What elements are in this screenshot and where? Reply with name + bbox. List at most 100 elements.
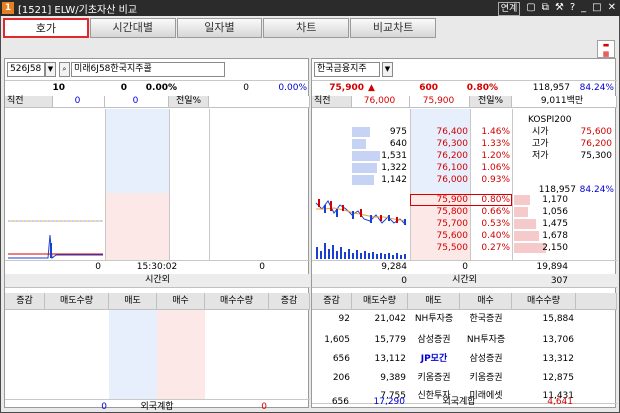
- left-mini-chart: [8, 195, 103, 259]
- broker-buy[interactable]: NH투자증: [460, 334, 512, 346]
- elw-code-input[interactable]: 526J58: [7, 62, 45, 77]
- ask-price[interactable]: 76,300: [410, 138, 469, 150]
- bid-price[interactable]: 75,600: [410, 230, 469, 242]
- ask-price[interactable]: 76,400: [410, 126, 469, 138]
- broker-chg: 1,605: [324, 335, 350, 345]
- right-jik-v2: 75,900: [410, 96, 470, 108]
- window-number-badge: 1: [2, 2, 14, 14]
- ask-qty: 1,531: [381, 151, 407, 161]
- ask-rate: 1.46%: [481, 127, 510, 137]
- broker-chg: 206: [332, 373, 350, 383]
- broker-buy[interactable]: 키움증권: [460, 372, 512, 384]
- tab-daily[interactable]: 일자별: [176, 18, 263, 38]
- right-foot-buy: 4,641: [547, 397, 573, 407]
- left-after-label: 시간외: [145, 275, 170, 285]
- right-price: 75,900: [329, 83, 364, 93]
- bid-rate: 0.80%: [481, 195, 510, 205]
- copy-icon[interactable]: ⧉: [542, 2, 549, 16]
- bid-rate: 0.27%: [481, 243, 510, 253]
- right-jik-header: 직전: [312, 96, 352, 108]
- right-prev-header: 전일%: [470, 96, 512, 108]
- search-icon[interactable]: ⌕: [59, 62, 70, 77]
- left-after-hours: 시간외: [5, 274, 310, 288]
- left-broker-sell-area: [109, 310, 157, 400]
- divider: [5, 80, 310, 81]
- left-rate: 0.00%: [145, 83, 177, 93]
- left-change: 0: [120, 83, 127, 93]
- left-total-ask: 0: [95, 262, 101, 272]
- tab-bar: 호가 시간대별 일자별 차트 비교차트: [3, 18, 437, 38]
- chevron-down-icon[interactable]: ▼: [45, 62, 56, 77]
- right-change: 600: [419, 83, 438, 93]
- right-total-mid: 0: [462, 262, 468, 272]
- link-button[interactable]: 연계: [497, 2, 521, 16]
- kospi-label: KOSPI200: [528, 115, 572, 125]
- broker-chg: 656: [332, 354, 350, 364]
- ask-qty: 975: [389, 127, 407, 137]
- right-jik-v1: 76,000: [352, 96, 410, 108]
- left-foot-label: 외국계합: [140, 402, 174, 412]
- bid-qty: 1,056: [542, 207, 568, 217]
- right-mini-chart: [314, 195, 409, 259]
- tab-chart[interactable]: 차트: [263, 18, 350, 38]
- settings-icon[interactable]: ▢: [526, 2, 535, 16]
- bid-price[interactable]: 75,500: [410, 242, 469, 254]
- open-value: 75,600: [580, 127, 613, 137]
- close-icon[interactable]: ✕: [608, 2, 616, 16]
- ask-price[interactable]: 76,200: [410, 150, 469, 162]
- tab-time[interactable]: 시간대별: [89, 18, 176, 38]
- left-broker-col-buy: 매수: [157, 293, 205, 310]
- broker-sell[interactable]: 삼성증권: [408, 334, 460, 346]
- broker-sell[interactable]: NH투자증: [408, 313, 460, 325]
- broker-sell[interactable]: 키움증권: [408, 372, 460, 384]
- window-controls: 연계 ▢ ⧉ ⚒ ? _ □ ✕: [497, 2, 616, 16]
- bid-price[interactable]: 75,700: [410, 218, 469, 230]
- right-total-bid: 19,894: [536, 262, 569, 272]
- calendar-icon[interactable]: ▬ ▦: [597, 40, 615, 58]
- tool-icon[interactable]: ⚒: [555, 2, 564, 16]
- left-broker-col-sq: 매도수량: [45, 293, 109, 310]
- underlying-name-field[interactable]: 한국금융지주: [314, 62, 380, 77]
- elw-name-field[interactable]: 미래6J58한국지주콜: [71, 62, 225, 77]
- right-broker-col-buy: 매수: [460, 293, 512, 310]
- maximize-icon[interactable]: □: [592, 2, 601, 16]
- bid-qty: 2,150: [542, 243, 568, 253]
- broker-buy-qty: 15,884: [542, 314, 575, 324]
- broker-sell[interactable]: JP모간: [408, 353, 460, 365]
- right-broker-col-sell: 매도: [408, 293, 460, 310]
- tab-hoga[interactable]: 호가: [3, 18, 89, 38]
- ask-qty: 640: [389, 139, 407, 149]
- open-label: 시가: [532, 127, 549, 137]
- left-jik-v2: 0: [105, 96, 169, 108]
- right-amount: 9,011백만: [512, 96, 617, 108]
- left-broker-buy-area: [157, 310, 205, 400]
- ask-qty: 1,142: [381, 175, 407, 185]
- left-foot-buy: 0: [261, 402, 267, 412]
- broker-buy[interactable]: 삼성증권: [460, 353, 512, 365]
- broker-buy[interactable]: 한국증권: [460, 313, 512, 325]
- help-icon[interactable]: ?: [570, 2, 575, 16]
- right-broker-col-chg: 증감: [312, 293, 352, 310]
- bid-rate: 0.66%: [481, 207, 510, 217]
- broker-buy-qty: 13,706: [542, 335, 575, 345]
- right-foot-label: 외국계합: [442, 397, 476, 407]
- ask-price[interactable]: 76,000: [410, 174, 469, 186]
- low-label: 저가: [532, 151, 549, 161]
- minimize-icon[interactable]: _: [581, 2, 586, 16]
- ask-rate: 0.93%: [481, 175, 510, 185]
- bid-price[interactable]: 75,800: [410, 206, 469, 218]
- left-bid-area: [105, 193, 169, 260]
- ask-price[interactable]: 76,100: [410, 162, 469, 174]
- high-label: 고가: [532, 139, 549, 149]
- bid-price[interactable]: 75,900: [410, 194, 469, 206]
- left-volume: 0: [243, 83, 249, 93]
- divider: [209, 109, 210, 260]
- left-broker-col-bq: 매수수량: [205, 293, 269, 310]
- left-foot-sell: 0: [101, 402, 107, 412]
- broker-sell-qty: 9,389: [380, 373, 406, 383]
- divider: [312, 80, 617, 81]
- tab-compare-chart[interactable]: 비교차트: [350, 18, 436, 38]
- chevron-down-icon[interactable]: ▼: [382, 62, 393, 77]
- right-broker-col-bq: 매수수량: [512, 293, 576, 310]
- left-broker-col-chg1: 증감: [5, 293, 45, 310]
